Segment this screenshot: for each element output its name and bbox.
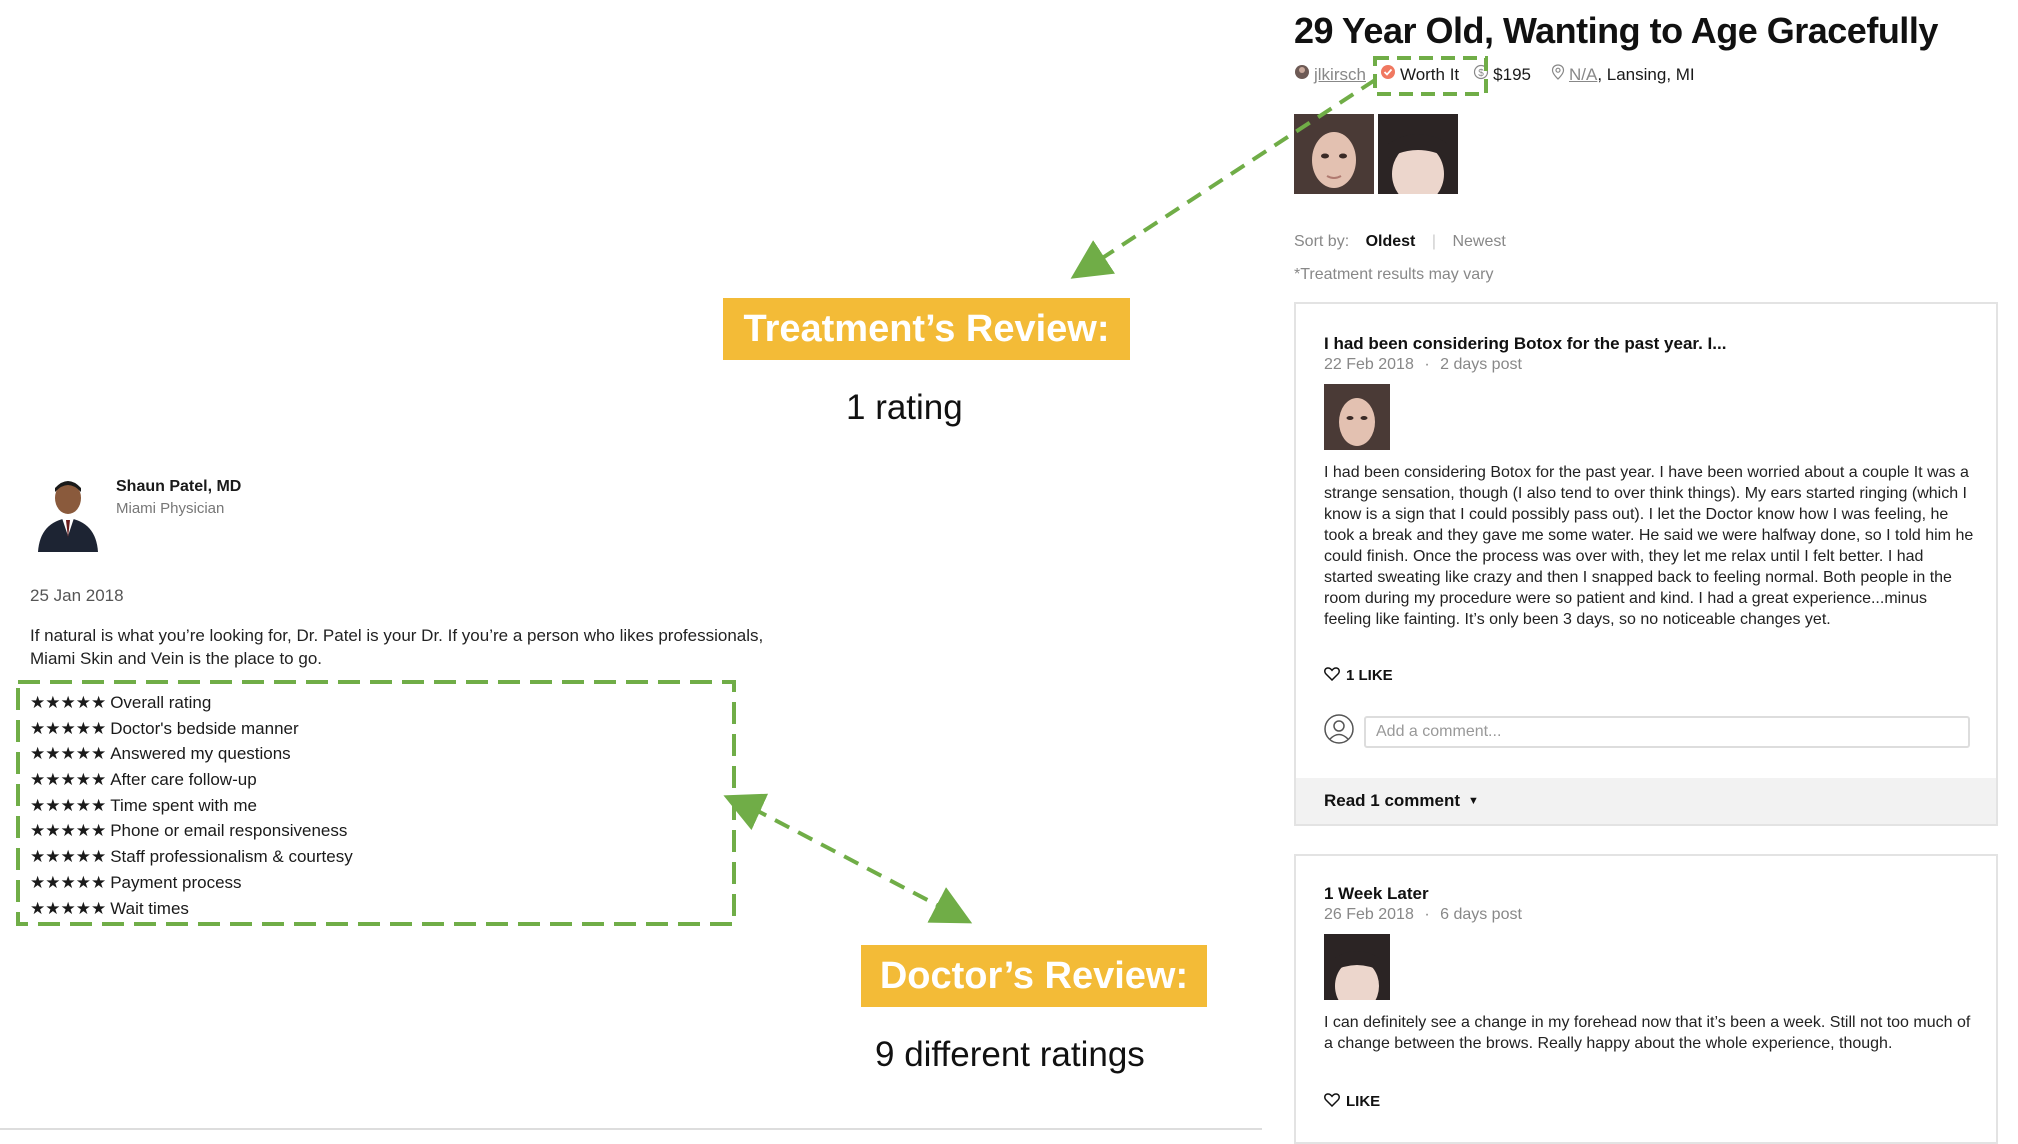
- rating-item: ★★★★★ Phone or email responsiveness: [30, 818, 353, 844]
- meta-dot: ·: [1424, 906, 1430, 923]
- review-meta: jlkirsch Worth It $ $195 N/A , Lansing, …: [1294, 64, 1695, 85]
- rating-label: Answered my questions: [110, 744, 291, 764]
- rating-item: ★★★★★ Staff professionalism & courtesy: [30, 844, 353, 870]
- post-title[interactable]: 1 Week Later: [1324, 884, 1429, 904]
- treatment-review-callout: Treatment’s Review:: [723, 298, 1130, 360]
- doctor-subtitle: Miami Physician: [116, 500, 225, 517]
- after-photo[interactable]: [1378, 114, 1458, 204]
- sort-label: Sort by:: [1294, 233, 1350, 250]
- post-card: 1 Week Later 26 Feb 2018 · 6 days post I…: [1294, 854, 1998, 1144]
- post-meta: 26 Feb 2018 · 6 days post: [1324, 906, 1522, 924]
- worth-it-icon: [1380, 64, 1396, 85]
- star-rating: ★★★★★: [30, 898, 107, 918]
- before-photo[interactable]: [1294, 114, 1374, 194]
- sort-bar: Sort by: Oldest | Newest: [1294, 233, 1506, 251]
- post-photo[interactable]: [1324, 384, 1390, 450]
- rating-item: ★★★★★ Payment process: [30, 870, 353, 896]
- heart-outline-icon: [1324, 1092, 1340, 1111]
- location-link[interactable]: N/A: [1569, 65, 1597, 85]
- author-link[interactable]: jlkirsch: [1314, 65, 1366, 85]
- rating-item: ★★★★★ Doctor's bedside manner: [30, 716, 353, 742]
- user-circle-icon: [1324, 714, 1354, 749]
- rating-item: ★★★★★ After care follow-up: [30, 767, 353, 793]
- meta-dot: ·: [1424, 356, 1430, 373]
- disclaimer: *Treatment results may vary: [1294, 266, 1494, 283]
- post-photo[interactable]: [1324, 934, 1390, 1012]
- page-title: 29 Year Old, Wanting to Age Gracefully: [1294, 10, 1938, 51]
- sort-option-newest[interactable]: Newest: [1452, 233, 1505, 250]
- star-rating: ★★★★★: [30, 872, 107, 892]
- rating-label: Doctor's bedside manner: [110, 718, 299, 738]
- star-rating: ★★★★★: [30, 847, 107, 867]
- star-rating: ★★★★★: [30, 718, 107, 738]
- doctor-rating-count: 9 different ratings: [875, 1035, 1145, 1074]
- post-age: 2 days post: [1440, 356, 1522, 373]
- doctor-arrow: [751, 806, 973, 924]
- comment-row: Add a comment...: [1324, 714, 1970, 749]
- rating-item: ★★★★★ Answered my questions: [30, 741, 353, 767]
- doctor-arrow-start: [723, 793, 769, 831]
- star-rating: ★★★★★: [30, 770, 107, 790]
- read-comments-label: Read 1 comment: [1324, 791, 1461, 810]
- rating-label: Overall rating: [110, 693, 212, 712]
- post-date: 26 Feb 2018: [1324, 906, 1414, 923]
- post-age: 6 days post: [1440, 906, 1522, 923]
- map-pin-icon: [1551, 64, 1565, 85]
- star-rating: ★★★★★: [30, 795, 107, 815]
- rating-label: Wait times: [110, 898, 189, 918]
- rating-item: ★★★★★ Wait times: [30, 896, 353, 922]
- like-label: 1 LIKE: [1346, 667, 1393, 684]
- sort-option-oldest[interactable]: Oldest: [1366, 233, 1416, 250]
- comment-input[interactable]: Add a comment...: [1364, 715, 1970, 748]
- like-button[interactable]: LIKE: [1324, 1092, 1380, 1111]
- rating-label: Staff professionalism & courtesy: [110, 847, 353, 867]
- heart-outline-icon: [1324, 666, 1340, 685]
- rating-label: Time spent with me: [110, 795, 257, 815]
- post-title[interactable]: I had been considering Botox for the pas…: [1324, 334, 1726, 354]
- read-comments-button[interactable]: Read 1 comment ▼: [1296, 778, 1996, 824]
- doctor-avatar: [34, 476, 102, 552]
- doctor-review-text: If natural is what you’re looking for, D…: [30, 626, 764, 668]
- rating-label: After care follow-up: [110, 770, 257, 790]
- rating-item: ★★★★★ Overall rating: [30, 690, 353, 716]
- caret-down-icon: ▼: [1468, 795, 1479, 807]
- treatment-rating-count: 1 rating: [846, 388, 963, 427]
- rating-label: Payment process: [110, 872, 242, 892]
- star-rating: ★★★★★: [30, 821, 107, 841]
- rating-item: ★★★★★ Time spent with me: [30, 793, 353, 819]
- svg-text:$: $: [1478, 68, 1484, 79]
- post-date: 22 Feb 2018: [1324, 356, 1414, 373]
- price: $195: [1493, 64, 1531, 84]
- location-text: , Lansing, MI: [1597, 64, 1695, 84]
- star-rating: ★★★★★: [30, 693, 107, 712]
- post-meta: 22 Feb 2018 · 2 days post: [1324, 356, 1522, 374]
- verdict-label: Worth It: [1399, 64, 1460, 84]
- dollar-circle-icon: $: [1473, 64, 1489, 85]
- like-button[interactable]: 1 LIKE: [1324, 666, 1393, 685]
- author-avatar-icon: [1294, 64, 1310, 85]
- star-rating: ★★★★★: [30, 744, 107, 764]
- sort-divider: |: [1431, 233, 1436, 250]
- rating-label: Phone or email responsiveness: [110, 821, 348, 841]
- review-date: 25 Jan 2018: [30, 586, 124, 605]
- like-label: LIKE: [1346, 1093, 1381, 1110]
- post-card: I had been considering Botox for the pas…: [1294, 302, 1998, 826]
- doctor-review-callout: Doctor’s Review:: [861, 945, 1207, 1007]
- post-body: I can definitely see a change in my fore…: [1324, 1014, 1971, 1052]
- rating-list: ★★★★★ Overall rating ★★★★★ Doctor's bedsid…: [30, 690, 353, 921]
- post-body: I had been considering Botox for the pas…: [1324, 464, 1974, 628]
- doctor-name[interactable]: Shaun Patel, MD: [116, 478, 241, 496]
- photo-gallery: [1294, 114, 1458, 204]
